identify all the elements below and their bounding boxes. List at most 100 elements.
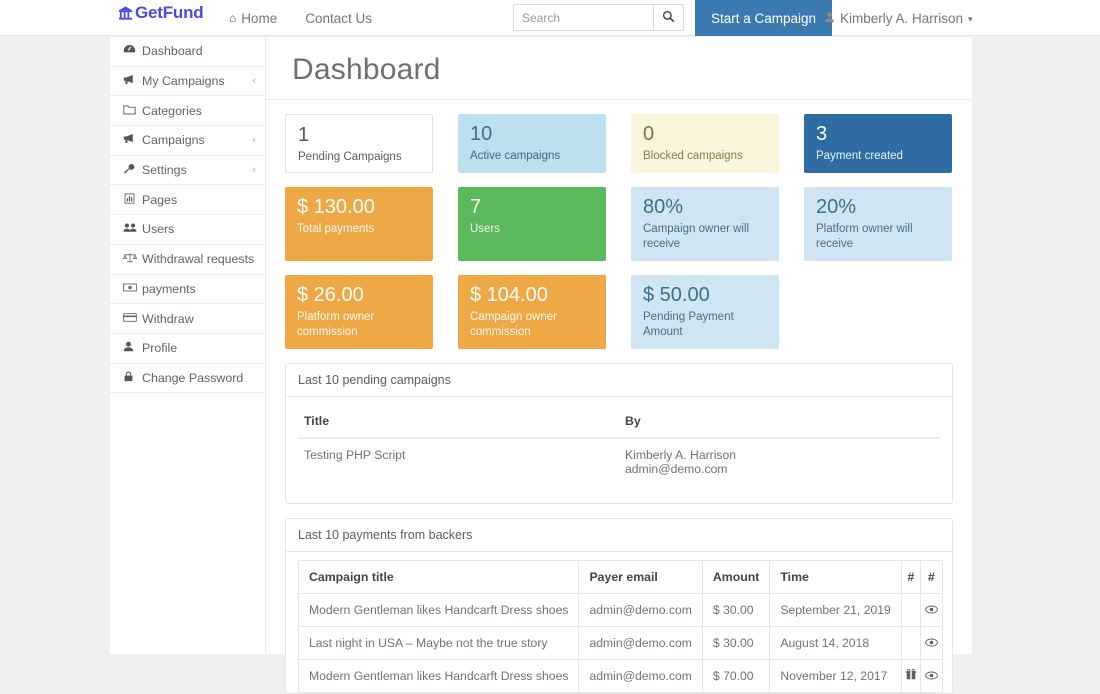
chevron-left-icon: ‹: [252, 75, 256, 87]
stat-label: Payment created: [816, 149, 940, 164]
payments-body: Campaign title Payer email Amount Time #…: [286, 552, 952, 693]
stat-card-campaign-owner-percent[interactable]: 80% Campaign owner will receive: [631, 187, 779, 261]
sidebar-label: Profile: [142, 341, 256, 355]
users-icon: [123, 222, 138, 236]
cell-view-action[interactable]: [920, 627, 942, 660]
sidebar-label: Users: [142, 222, 256, 236]
col-amount: Amount: [702, 561, 769, 594]
sidebar-item-campaigns[interactable]: Campaigns ‹: [110, 126, 265, 156]
stat-value: $ 26.00: [297, 284, 421, 307]
sidebar-item-profile[interactable]: Profile: [110, 334, 265, 364]
search-button[interactable]: [653, 4, 684, 31]
stat-value: 3: [816, 123, 940, 146]
sidebar-item-my-campaigns[interactable]: My Campaigns ‹: [110, 67, 265, 97]
cell-email: admin@demo.com: [579, 594, 702, 627]
sidebar-item-pages[interactable]: Pages: [110, 185, 265, 215]
page-title: Dashboard: [266, 37, 972, 100]
sidebar-item-change-password[interactable]: Change Password: [110, 364, 265, 394]
search-form: [513, 4, 684, 31]
home-icon: ⌂: [229, 11, 236, 25]
cell-email: admin@demo.com: [579, 660, 702, 693]
nav-link-contact-label: Contact Us: [305, 11, 372, 26]
eye-icon[interactable]: [925, 636, 938, 650]
sidebar-item-dashboard[interactable]: Dashboard: [110, 37, 265, 67]
stat-value: 1: [298, 124, 420, 147]
eye-icon[interactable]: [925, 603, 938, 617]
stat-card-platform-owner-commission[interactable]: $ 26.00 Platform owner commission: [285, 275, 433, 349]
sidebar-item-users[interactable]: Users: [110, 215, 265, 245]
search-icon: [662, 10, 675, 26]
dashboard-icon: [123, 44, 138, 58]
stat-value: 7: [470, 196, 594, 219]
col-title: Title: [298, 405, 619, 438]
bullhorn-icon: [123, 74, 138, 88]
money-icon: [123, 282, 138, 296]
stat-cards-area: 1 Pending Campaigns 10 Active campaigns …: [266, 100, 972, 350]
sidebar-item-withdraw[interactable]: Withdraw: [110, 304, 265, 334]
stat-label: Blocked campaigns: [643, 149, 767, 164]
credit-card-icon: [123, 312, 138, 326]
table-row[interactable]: Modern Gentleman likes Handcarft Dress s…: [299, 660, 943, 693]
pending-campaigns-table: Title By Testing PHP Script Kimberly A. …: [298, 405, 940, 485]
table-row[interactable]: Modern Gentleman likes Handcarft Dress s…: [299, 594, 943, 627]
stat-value: 0: [643, 123, 767, 146]
cell-title: Testing PHP Script: [298, 438, 619, 485]
stat-label: Platform owner will receive: [816, 222, 940, 252]
brand-text: GetFund: [135, 3, 203, 23]
cell-gift-action: [901, 627, 920, 660]
cell-view-action[interactable]: [920, 660, 942, 693]
cell-gift-action[interactable]: [901, 660, 920, 693]
col-by: By: [619, 405, 940, 438]
stat-card-payment-created[interactable]: 3 Payment created: [804, 114, 952, 174]
sidebar-item-withdrawal-requests[interactable]: Withdrawal requests: [110, 245, 265, 275]
stat-card-row-2: $ 130.00 Total payments 7 Users 80% Camp…: [285, 187, 972, 261]
stat-card-campaign-owner-commission[interactable]: $ 104.00 Campaign owner commission: [458, 275, 606, 349]
cell-time: November 12, 2017: [770, 660, 901, 693]
stat-card-pending-payment-amount[interactable]: $ 50.00 Pending Payment Amount: [631, 275, 779, 349]
sidebar-item-categories[interactable]: Categories: [110, 96, 265, 126]
stat-card-pending-campaigns[interactable]: 1 Pending Campaigns: [285, 114, 433, 174]
cell-amount: $ 70.00: [702, 660, 769, 693]
stat-card-blocked-campaigns[interactable]: 0 Blocked campaigns: [631, 114, 779, 174]
top-navbar: GetFund ⌂ Home Contact Us Start a Campai…: [0, 0, 1100, 36]
sidebar-item-settings[interactable]: Settings ‹: [110, 156, 265, 186]
stat-card-platform-owner-percent[interactable]: 20% Platform owner will receive: [804, 187, 952, 261]
stat-value: 20%: [816, 196, 940, 219]
table-row[interactable]: Last night in USA – Maybe not the true s…: [299, 627, 943, 660]
chevron-left-icon: ‹: [252, 134, 256, 146]
sidebar-label: Withdrawal requests: [142, 252, 256, 266]
stat-card-users[interactable]: 7 Users: [458, 187, 606, 261]
stat-card-total-payments[interactable]: $ 130.00 Total payments: [285, 187, 433, 261]
page-icon: [123, 193, 138, 207]
user-icon: [824, 11, 835, 26]
start-campaign-button[interactable]: Start a Campaign: [695, 0, 832, 36]
table-row[interactable]: Testing PHP Script Kimberly A. Harrison …: [298, 438, 940, 485]
sidebar-item-payments[interactable]: payments: [110, 275, 265, 305]
by-email: admin@demo.com: [625, 462, 934, 476]
payments-title: Last 10 payments from backers: [286, 519, 952, 552]
sidebar-label: My Campaigns: [142, 74, 252, 88]
nav-link-home[interactable]: ⌂ Home: [215, 0, 291, 36]
stat-label: Total payments: [297, 222, 421, 237]
bullhorn-icon: [123, 133, 138, 147]
table-header-row: Campaign title Payer email Amount Time #…: [299, 561, 943, 594]
user-menu[interactable]: Kimberly A. Harrison ▾: [818, 0, 979, 36]
nav-link-contact[interactable]: Contact Us: [291, 0, 386, 36]
sidebar-label: Change Password: [142, 371, 256, 385]
pending-campaigns-panel: Last 10 pending campaigns Title By Testi…: [285, 363, 953, 504]
gift-icon[interactable]: [906, 669, 916, 683]
by-name: Kimberly A. Harrison: [625, 448, 934, 462]
cell-gift-action: [901, 594, 920, 627]
cell-amount: $ 30.00: [702, 627, 769, 660]
eye-icon[interactable]: [925, 669, 938, 683]
col-time: Time: [770, 561, 901, 594]
wrench-icon: [123, 163, 138, 177]
stat-card-active-campaigns[interactable]: 10 Active campaigns: [458, 114, 606, 174]
payments-panel: Last 10 payments from backers Campaign t…: [285, 518, 953, 694]
cell-view-action[interactable]: [920, 594, 942, 627]
search-input[interactable]: [513, 4, 653, 31]
brand-logo[interactable]: GetFund: [118, 3, 203, 23]
stat-value: $ 104.00: [470, 284, 594, 307]
cell-by: Kimberly A. Harrison admin@demo.com: [619, 438, 940, 485]
stat-value: $ 130.00: [297, 196, 421, 219]
